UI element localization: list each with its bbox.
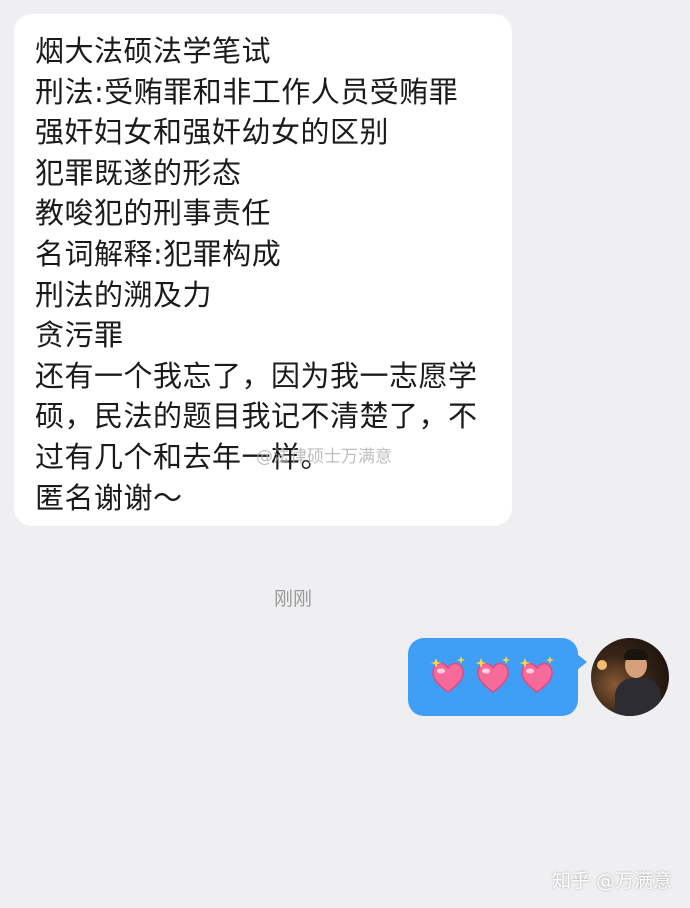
zhihu-watermark: 知乎 @万满意 xyxy=(551,870,672,892)
avatar[interactable] xyxy=(591,638,669,716)
message-line: 刑法的溯及力 xyxy=(35,277,213,312)
message-line: 烟大法硕法学笔试 xyxy=(35,34,272,68)
message-line: 硕，民法的题目我记不清楚了，不 xyxy=(35,399,478,434)
sparkling-heart-icon xyxy=(475,656,510,693)
message-line: 名词解释:犯罪构成 xyxy=(35,236,282,271)
avatar-background-light xyxy=(597,660,607,670)
weibo-watermark: @法律硕士万满意 xyxy=(256,447,392,467)
message-line: 匿名谢谢～ xyxy=(35,480,183,515)
message-line: 教唆犯的刑事责任 xyxy=(35,196,272,231)
avatar-figure-hair xyxy=(624,649,648,660)
message-line: 强奸妇女和强奸幼女的区别 xyxy=(35,115,390,150)
avatar-figure-body xyxy=(615,678,661,716)
sparkling-heart-icon xyxy=(519,656,554,693)
sparkling-heart-icon xyxy=(430,656,465,693)
message-line: 犯罪既遂的形态 xyxy=(35,155,242,190)
outgoing-message-bubble[interactable] xyxy=(408,638,587,716)
message-line: 还有一个我忘了，因为我一志愿学 xyxy=(35,358,478,393)
message-timestamp: 刚刚 xyxy=(273,588,312,610)
message-line: 贪污罪 xyxy=(35,318,124,353)
message-line: 刑法:受贿罪和非工作人员受贿罪 xyxy=(35,74,459,109)
